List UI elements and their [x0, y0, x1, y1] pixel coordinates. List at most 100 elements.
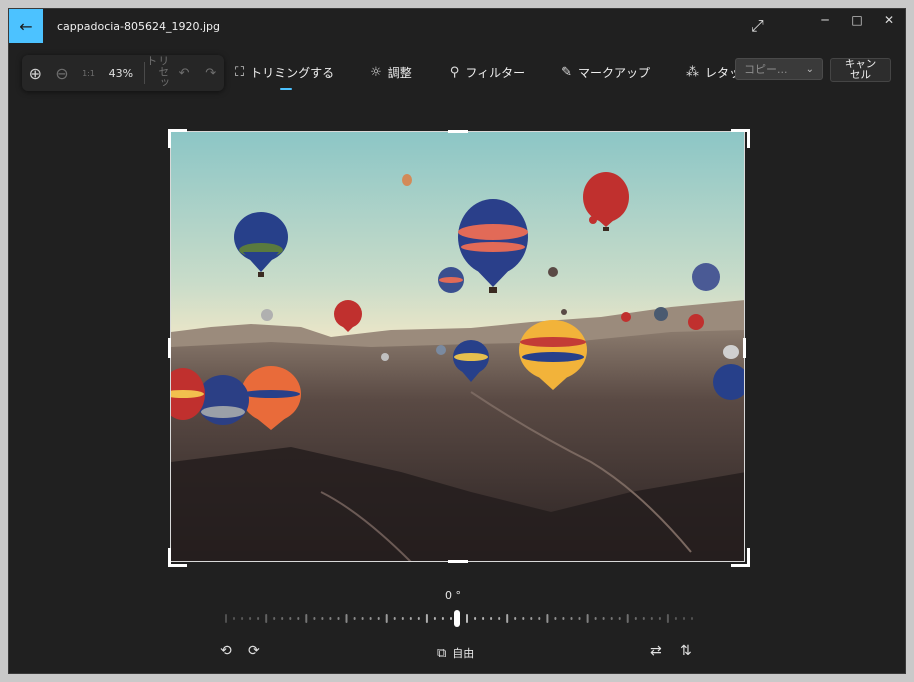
ruler-tick: [642, 617, 645, 620]
tab-adjust[interactable]: ☼ 調整: [370, 57, 412, 87]
flip-horizontal-icon[interactable]: ⇄: [650, 643, 662, 659]
crop-handle-top-left[interactable]: [168, 129, 187, 148]
crop-icon: ⛶: [235, 64, 245, 80]
back-button[interactable]: ←: [9, 9, 43, 43]
crop-handle-bottom-right[interactable]: [731, 548, 750, 567]
ruler-tick: [546, 614, 549, 623]
close-button[interactable]: ✕: [873, 9, 905, 31]
ruler-tick: [297, 617, 300, 620]
cancel-label-line2: セル: [850, 69, 871, 81]
aspect-ratio-button[interactable]: ⧉ 自由: [437, 645, 474, 661]
ruler-tick: [273, 617, 276, 620]
ruler-tick: [305, 614, 308, 623]
ruler-tick: [249, 617, 252, 620]
ruler-tick: [450, 617, 452, 620]
back-arrow-icon: ←: [19, 16, 33, 36]
chevron-down-icon: ⌄: [805, 63, 814, 75]
ruler-tick: [594, 617, 597, 620]
crop-handle-top-right[interactable]: [731, 129, 750, 148]
ruler-tick: [514, 617, 517, 620]
undo-icon[interactable]: ↶: [171, 59, 198, 87]
title-bar: ← cappadocia-805624_1920.jpg ⤢ ─ □ ✕: [9, 9, 905, 43]
rotate-left-icon[interactable]: ⟲: [220, 643, 232, 659]
ruler-tick: [474, 617, 477, 620]
zoom-toolbar: ⊕ ⊖ 1:1 43% リセット ↶ ↷: [22, 55, 224, 91]
redo-icon[interactable]: ↷: [197, 59, 224, 87]
cancel-button-label: キャン セル: [845, 59, 877, 81]
minimize-button[interactable]: ─: [809, 9, 841, 31]
ruler-tick: [634, 617, 637, 620]
ruler-tick: [265, 614, 268, 623]
pen-icon: ✎: [561, 64, 572, 80]
ruler-tick: [538, 617, 541, 620]
ruler-tick: [554, 617, 557, 620]
cancel-button[interactable]: キャン セル: [830, 58, 891, 82]
zoom-percentage[interactable]: 43%: [102, 67, 140, 80]
aspect-ratio-label: 自由: [452, 647, 475, 660]
tab-adjust-label: 調整: [387, 65, 412, 80]
ruler-tick: [618, 617, 621, 620]
ruler-tick: [369, 617, 372, 620]
crop-handle-bottom-left[interactable]: [168, 548, 187, 567]
rotate-right-icon[interactable]: ⟳: [248, 643, 260, 659]
ruler-tick: [666, 614, 669, 623]
ruler-tick: [626, 614, 629, 623]
ruler-tick: [466, 614, 468, 623]
straighten-angle-label: 0 °: [445, 589, 461, 602]
tab-markup[interactable]: ✎ マークアップ: [561, 57, 650, 87]
ruler-tick: [586, 614, 589, 623]
actual-size-icon[interactable]: 1:1: [75, 59, 102, 87]
crop-handle-right[interactable]: [743, 338, 746, 358]
ruler-tick: [441, 617, 444, 620]
ruler-tick: [345, 614, 348, 623]
reset-button[interactable]: リセット: [145, 55, 170, 91]
filter-icon: ⚲: [449, 64, 460, 80]
crop-handle-left[interactable]: [168, 338, 171, 358]
fullscreen-expand-icon[interactable]: ⤢: [751, 16, 764, 36]
crop-handle-top[interactable]: [448, 130, 468, 133]
flip-vertical-icon[interactable]: ⇅: [680, 643, 692, 659]
ruler-tick: [409, 617, 412, 620]
balloon-blue-lower-left: [197, 375, 249, 425]
ruler-tick: [377, 617, 380, 620]
photos-editor-window: ← cappadocia-805624_1920.jpg ⤢ ─ □ ✕ ⊕ ⊖…: [8, 8, 906, 674]
straighten-slider-handle[interactable]: [454, 610, 460, 627]
ruler-tick: [570, 617, 573, 620]
ruler-tick: [361, 617, 364, 620]
copy-dropdown-button[interactable]: コピー... ⌄: [735, 58, 823, 80]
ruler-tick: [225, 614, 227, 623]
ruler-tick: [329, 617, 332, 620]
ruler-tick: [281, 617, 284, 620]
retouch-icon: ⁂: [686, 64, 700, 80]
ruler-tick: [321, 617, 324, 620]
file-name: cappadocia-805624_1920.jpg: [57, 20, 221, 33]
ruler-tick: [385, 614, 388, 623]
ruler-tick: [353, 617, 356, 620]
photo-canvas[interactable]: [170, 131, 745, 562]
ruler-tick: [417, 617, 420, 620]
ruler-tick: [289, 617, 292, 620]
ruler-tick: [401, 617, 404, 620]
zoom-in-icon[interactable]: ⊕: [22, 59, 49, 87]
tab-filter[interactable]: ⚲ フィルター: [450, 57, 525, 87]
ruler-tick: [498, 617, 501, 620]
balloon-small-center: [438, 267, 464, 293]
ruler-tick: [425, 614, 428, 623]
brightness-icon: ☼: [370, 64, 382, 80]
edit-toolbar: ⛶ トリミングする ☼ 調整 ⚲ フィルター ✎ マークアップ ⁂ レタッチ: [235, 57, 753, 90]
zoom-out-icon[interactable]: ⊖: [49, 59, 76, 87]
ruler-tick: [530, 617, 533, 620]
ruler-tick: [650, 617, 653, 620]
ruler-tick: [674, 617, 677, 620]
ruler-tick: [562, 617, 565, 620]
copy-button-label: コピー...: [744, 63, 788, 76]
ruler-tick: [241, 617, 244, 620]
ruler-tick: [691, 617, 693, 620]
ruler-tick: [602, 617, 605, 620]
crop-handle-bottom[interactable]: [448, 560, 468, 563]
aspect-ratio-icon: ⧉: [437, 645, 447, 661]
tab-crop[interactable]: ⛶ トリミングする: [235, 57, 334, 90]
ruler-tick: [313, 617, 316, 620]
window-controls: ─ □ ✕: [809, 9, 905, 43]
maximize-button[interactable]: □: [841, 9, 873, 31]
